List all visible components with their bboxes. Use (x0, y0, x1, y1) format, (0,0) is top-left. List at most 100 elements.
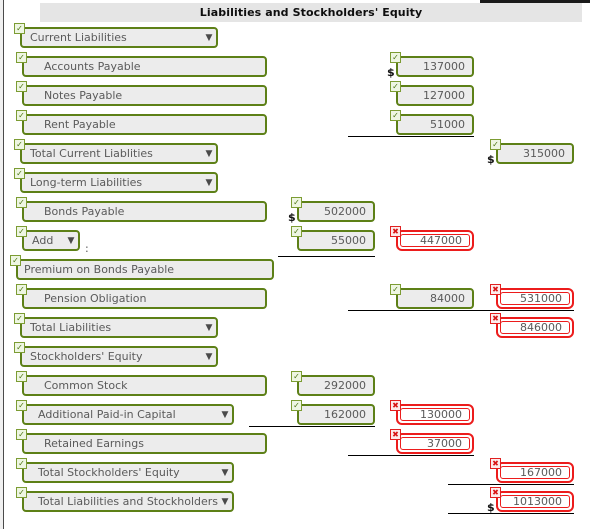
amount-input[interactable]: 37000 (396, 433, 474, 454)
account-label-input[interactable]: Rent Payable (22, 114, 267, 135)
amount-input[interactable]: 55000 (297, 230, 375, 251)
account-select[interactable]: Total Stockholders' Equity ▼ (22, 462, 234, 483)
worksheet-row: ✓ Premium on Bonds Payable (0, 254, 595, 283)
amount-input[interactable]: 531000 (496, 288, 574, 309)
subtotal-rule (448, 484, 574, 485)
account-label-text: Current Liabilities (30, 31, 127, 44)
valid-icon: ✓ (14, 168, 25, 179)
amount-value: 167000 (520, 466, 562, 479)
worksheet-row: ✓ Add ▼: ✓ 55000 ✖ 447000 (0, 225, 595, 255)
amount-value: 1013000 (513, 495, 562, 508)
amount-input[interactable]: 51000 (396, 114, 474, 135)
account-select[interactable]: Total Liabilities ▼ (20, 317, 218, 338)
amount-value: 531000 (520, 292, 562, 305)
amount-input[interactable]: 502000 (297, 201, 375, 222)
account-label-input[interactable]: Retained Earnings (22, 433, 267, 454)
amount-input[interactable]: 846000 (496, 317, 574, 338)
account-label-text: Bonds Payable (44, 205, 125, 218)
account-select[interactable]: Total Current Liablities ▼ (20, 143, 218, 164)
account-label-text: Long-term Liabilities (30, 176, 143, 189)
valid-icon: ✓ (16, 458, 27, 469)
worksheet-row: ✓ Total Liabilities and Stockholders' Equ… (0, 486, 595, 515)
worksheet-row: ✓ Bonds Payable ✓ 502000 $ (0, 196, 595, 225)
amount-value: 846000 (520, 321, 562, 334)
valid-icon: ✓ (16, 226, 27, 237)
invalid-icon: ✖ (390, 226, 401, 237)
account-label-text: Retained Earnings (44, 437, 144, 450)
account-label-text: Total Liabilities (30, 321, 112, 334)
amount-value: 84000 (430, 292, 465, 305)
valid-icon: ✓ (16, 284, 27, 295)
valid-icon: ✓ (16, 487, 27, 498)
amount-value: 127000 (423, 89, 465, 102)
account-select[interactable]: Total Liabilities and Stockholders' Equi… (22, 491, 234, 512)
account-select[interactable]: Stockholders' Equity ▼ (20, 346, 218, 367)
chevron-down-icon: ▼ (221, 496, 229, 507)
amount-input[interactable]: 84000 (396, 288, 474, 309)
valid-icon: ✓ (16, 81, 27, 92)
account-label-input[interactable]: Pension Obligation (22, 288, 267, 309)
amount-input[interactable]: 1013000 (496, 491, 574, 512)
worksheet-row: ✓ Accounts Payable ✓ 137000 $ (0, 51, 595, 80)
amount-input[interactable]: 315000 (496, 143, 574, 164)
amount-input[interactable]: 130000 (396, 404, 474, 425)
invalid-icon: ✖ (490, 458, 501, 469)
invalid-icon: ✖ (390, 400, 401, 411)
worksheet-row: ✓ Total Stockholders' Equity ▼ ✖ 167000 (0, 457, 595, 486)
amount-value: 447000 (420, 234, 462, 247)
invalid-icon: ✖ (490, 313, 501, 324)
account-label-text: Pension Obligation (44, 292, 147, 305)
balance-sheet-worksheet: Liabilities and Stockholders' Equity ✓ Cu… (0, 0, 595, 529)
valid-icon: ✓ (490, 139, 501, 150)
account-label-text: Common Stock (44, 379, 128, 392)
valid-icon: ✓ (14, 23, 25, 34)
chevron-down-icon: ▼ (205, 177, 213, 188)
amount-input[interactable]: 292000 (297, 375, 375, 396)
account-label-input[interactable]: Premium on Bonds Payable (16, 259, 274, 280)
worksheet-rows: ✓ Current Liabilities ▼ ✓ Accounts Payable ✓ 1… (0, 22, 595, 515)
amount-value: 315000 (523, 147, 565, 160)
valid-icon: ✓ (10, 255, 21, 266)
account-select[interactable]: Additional Paid-in Capital ▼ (22, 404, 234, 425)
valid-icon: ✓ (390, 52, 401, 63)
amount-input[interactable]: 137000 (396, 56, 474, 77)
valid-icon: ✓ (16, 110, 27, 121)
valid-icon: ✓ (291, 371, 302, 382)
chevron-down-icon: ▼ (205, 148, 213, 159)
chevron-down-icon: ▼ (205, 32, 213, 43)
account-select[interactable]: Current Liabilities ▼ (20, 27, 218, 48)
account-label-input[interactable]: Common Stock (22, 375, 267, 396)
worksheet-row: ✓ Total Liabilities ▼ ✖ 846000 (0, 312, 595, 341)
account-label-text: Notes Payable (44, 89, 123, 102)
invalid-icon: ✖ (490, 284, 501, 295)
valid-icon: ✓ (16, 429, 27, 440)
account-select[interactable]: Long-term Liabilities ▼ (20, 172, 218, 193)
amount-input[interactable]: 162000 (297, 404, 375, 425)
account-label-input[interactable]: Accounts Payable (22, 56, 267, 77)
currency-symbol: $ (288, 211, 296, 224)
worksheet-row: ✓ Total Current Liablities ▼ ✓ 315000 $ (0, 138, 595, 167)
amount-input[interactable]: 167000 (496, 462, 574, 483)
worksheet-row: ✓ Notes Payable ✓ 127000 (0, 80, 595, 109)
valid-icon: ✓ (14, 342, 25, 353)
account-label-input[interactable]: Notes Payable (22, 85, 267, 106)
account-label-text: Total Stockholders' Equity (38, 466, 180, 479)
subtotal-rule (348, 136, 474, 137)
currency-symbol: $ (487, 501, 495, 514)
worksheet-row: ✓ Retained Earnings ✖ 37000 (0, 428, 595, 457)
currency-symbol: $ (487, 153, 495, 166)
valid-icon: ✓ (390, 81, 401, 92)
currency-symbol: $ (387, 66, 395, 79)
amount-value: 51000 (430, 118, 465, 131)
account-label-text: Additional Paid-in Capital (38, 408, 176, 421)
account-select[interactable]: Add ▼ (22, 230, 80, 251)
amount-input[interactable]: 127000 (396, 85, 474, 106)
chevron-down-icon: ▼ (221, 409, 229, 420)
amount-input[interactable]: 447000 (396, 230, 474, 251)
account-label-text: Premium on Bonds Payable (24, 263, 175, 276)
subtotal-rule (448, 513, 574, 514)
valid-icon: ✓ (16, 197, 27, 208)
valid-icon: ✓ (14, 313, 25, 324)
worksheet-row: ✓ Current Liabilities ▼ (0, 22, 595, 51)
account-label-input[interactable]: Bonds Payable (22, 201, 267, 222)
